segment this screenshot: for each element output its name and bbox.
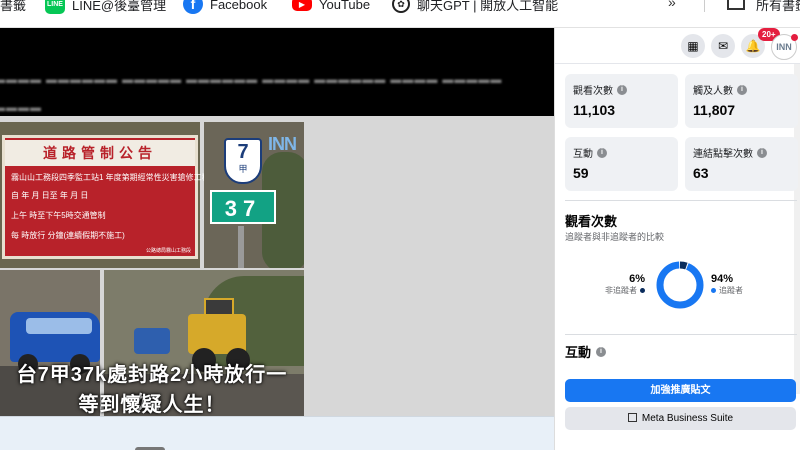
folder-icon[interactable] (727, 0, 745, 10)
stat-value: 59 (573, 165, 589, 181)
sign-line: 每 時放行 分鐘(連續假期不施工) (11, 231, 125, 240)
bookmark-facebook[interactable]: f Facebook (183, 0, 267, 14)
stat-card-reach: 觸及人數 i 11,807 (685, 74, 798, 128)
section-title-text: 觀看次數 (565, 214, 618, 229)
bookmarks-divider (704, 0, 705, 12)
views-section-title: 觀看次數 (565, 211, 617, 230)
alert-dot (791, 34, 798, 41)
bookmarks-overflow-button[interactable]: » (668, 0, 676, 10)
route-number: 7 (237, 141, 249, 163)
messenger-button[interactable]: ✉ (711, 34, 735, 58)
stat-label: 互動 i (573, 145, 607, 160)
stat-label: 觸及人數 i (693, 82, 747, 97)
bookmark-label: YouTube (319, 0, 371, 12)
boost-post-button[interactable]: 加強推廣貼文 (565, 379, 796, 402)
stat-card-link-clicks: 連結點擊次數 i 63 (685, 137, 798, 191)
meta-business-suite-button[interactable]: Meta Business Suite (565, 407, 796, 430)
stat-card-engagement: 互動 i 59 (565, 137, 678, 191)
stat-card-views: 觀看次數 i 11,103 (565, 74, 678, 128)
grid-icon: ▦ (687, 39, 699, 53)
bookmark-label: 聊天GPT | 開放人工智能 (417, 0, 559, 13)
button-label: Meta Business Suite (641, 413, 734, 424)
van-window (26, 318, 92, 334)
bookmark-label: Facebook (210, 0, 268, 12)
stat-value: 11,807 (693, 102, 736, 118)
stat-label: 觀看次數 i (573, 82, 627, 97)
road-sign-photo: 道路管制公告 霧山山工務段四季監工站1 年度第期經常性災害搶修工程 自 年 月 … (0, 122, 210, 268)
legend-dot (711, 288, 716, 293)
all-bookmarks[interactable]: 所有書籤 (756, 0, 800, 14)
section-title-text: 互動 (565, 345, 592, 360)
apps-menu-button[interactable]: ▦ (681, 34, 705, 58)
road-control-sign: 道路管制公告 霧山山工務段四季監工站1 年度第期經常性災害搶修工程 自 年 月 … (2, 135, 210, 259)
chatgpt-icon: ✿ (392, 0, 410, 13)
sign-line: 霧山山工務段四季監工站1 年度第期經常性災害搶修工程 (11, 173, 210, 182)
sign-footer: 公路總局霧山工務段 (145, 248, 191, 254)
km-marker: 37 (210, 190, 276, 224)
messenger-icon: ✉ (717, 39, 729, 53)
km-marker-pole (238, 226, 244, 268)
external-link-icon (627, 413, 637, 422)
followers-slice (656, 261, 704, 309)
bookmark-folder[interactable]: 書籤 (0, 0, 26, 14)
info-icon[interactable]: i (757, 147, 767, 158)
engagement-section-title: 互動 i (565, 342, 607, 361)
views-section-subtitle: 追蹤者與非追蹤者的比較 (565, 232, 665, 242)
blurred-caption: ▬▬▬▬ ▬▬▬▬▬▬ ▬▬▬▬▬ ▬▬▬▬▬▬ ▬▬▬▬ ▬▬▬▬▬▬ ▬▬▬… (0, 74, 503, 114)
section-divider (565, 200, 797, 201)
route-shield-icon: 7 甲 (224, 138, 262, 184)
legend-followers: 94% 追蹤者 (711, 273, 743, 296)
legend-text: 非追蹤者 (605, 286, 637, 295)
info-icon[interactable]: i (617, 84, 627, 95)
stat-label-text: 觸及人數 (693, 86, 733, 97)
engagement-row-clipped: ▬▬▬ (565, 374, 592, 378)
non-followers-label: 非追蹤者 (605, 285, 645, 296)
bookmarks-bar: 書籤 LINE LINE@後臺管理 f Facebook ▶ YouTube ✿… (0, 0, 800, 28)
bookmark-youtube[interactable]: ▶ YouTube (292, 0, 370, 14)
followers-pct: 94% (711, 273, 734, 285)
followers-label: 追蹤者 (711, 285, 743, 296)
stat-label-text: 觀看次數 (573, 86, 613, 97)
info-icon[interactable]: i (737, 84, 747, 95)
bookmark-label: 書籤 (0, 0, 27, 13)
legend-non-followers: 6% 非追蹤者 (605, 273, 645, 296)
non-followers-pct: 6% (629, 273, 645, 285)
sign-line: 自 年 月 日至 年 月 日 (11, 191, 89, 200)
legend-text: 追蹤者 (719, 286, 743, 295)
facebook-icon: f (183, 0, 203, 14)
panel-topbar: ▦ ✉ 🔔 20+ INN (555, 28, 800, 64)
sign-line: 上午 時至下午5時交通管制 (11, 211, 106, 220)
bottom-strip (0, 416, 554, 450)
bookmark-label: 所有書籤 (756, 0, 800, 13)
stat-label: 連結點擊次數 i (693, 145, 767, 160)
info-icon[interactable]: i (596, 346, 607, 357)
stat-value: 63 (693, 165, 709, 181)
donut-svg (656, 261, 704, 309)
legend-dot (640, 288, 645, 293)
bookmark-line[interactable]: LINE LINE@後臺管理 (45, 0, 166, 14)
video-title-line2: 等到懷疑人生！ (78, 394, 226, 416)
bell-icon: 🔔 (745, 39, 761, 53)
views-donut-chart (655, 260, 705, 310)
insights-panel: ▦ ✉ 🔔 20+ INN 觀看次數 i 11,103 觸及人數 i 11,80… (554, 28, 800, 450)
bookmark-label: LINE@後臺管理 (72, 0, 167, 13)
stat-value: 11,103 (573, 102, 616, 118)
bookmark-chatgpt[interactable]: ✿ 聊天GPT | 開放人工智能 (392, 0, 558, 14)
route-marker-photo: 7 甲 INN 37 (204, 122, 304, 268)
sign-title: 道路管制公告 (5, 140, 195, 168)
post-media[interactable]: ▬▬▬▬ ▬▬▬▬▬▬ ▬▬▬▬▬ ▬▬▬▬▬▬ ▬▬▬▬ ▬▬▬▬▬▬ ▬▬▬… (0, 28, 554, 416)
info-icon[interactable]: i (597, 147, 607, 158)
stat-label-text: 連結點擊次數 (693, 149, 753, 160)
section-divider (565, 334, 797, 335)
inn-watermark: INN (268, 134, 297, 154)
stat-label-text: 互動 (573, 149, 593, 160)
route-suffix: 甲 (238, 164, 248, 174)
line-icon: LINE (45, 0, 65, 14)
youtube-icon: ▶ (292, 0, 312, 11)
blue-bus (134, 328, 170, 354)
